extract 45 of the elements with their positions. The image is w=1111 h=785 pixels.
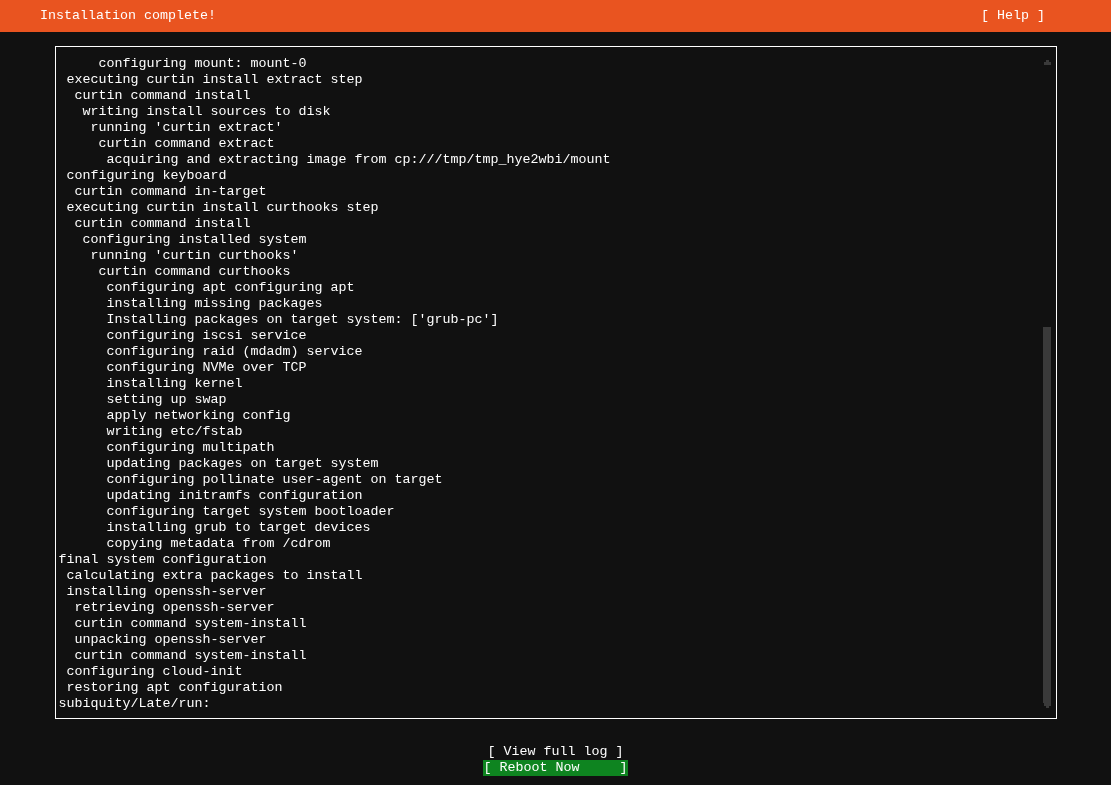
- log-line: installing grub to target devices: [106, 520, 371, 535]
- log-line: configuring target system bootloader: [106, 504, 395, 519]
- log-line: configuring installed system: [82, 232, 307, 247]
- log-line: calculating extra packages to install: [66, 568, 363, 583]
- log-line: installing openssh-server: [66, 584, 267, 599]
- log-line: configuring keyboard: [66, 168, 227, 183]
- log-line: acquiring and extracting image from cp:///tmp/tmp_hye2wbi/mount: [106, 152, 611, 167]
- log-line: running 'curtin extract': [90, 120, 283, 135]
- dialog-button[interactable]: [ Reboot Now ]: [482, 760, 629, 776]
- log-line: curtin command extract: [98, 136, 275, 151]
- log-line: configuring raid (mdadm) service: [106, 344, 363, 359]
- log-line: updating initramfs configuration: [106, 488, 363, 503]
- log-line: curtin command install: [74, 88, 251, 103]
- header-title: Installation complete!: [40, 8, 216, 24]
- dialog-button[interactable]: [ View full log ]: [486, 744, 625, 760]
- log-line: installing kernel: [106, 376, 243, 391]
- log-line: Installing packages on target system: ['grub-pc']: [106, 312, 499, 327]
- log-line: unpacking openssh-server: [74, 632, 267, 647]
- log-line: configuring pollinate user-agent on target: [106, 472, 443, 487]
- log-line: apply networking config: [106, 408, 291, 423]
- log-line: subiquity/Late/run:: [58, 696, 211, 711]
- log-line: copying metadata from /cdrom: [106, 536, 331, 551]
- log-line: setting up swap: [106, 392, 227, 407]
- log-line: curtin command curthooks: [98, 264, 291, 279]
- log-line: retrieving openssh-server: [74, 600, 275, 615]
- log-line: restoring apt configuration: [66, 680, 283, 695]
- log-line: running 'curtin curthooks': [90, 248, 299, 263]
- log-line: configuring multipath: [106, 440, 275, 455]
- log-line: curtin command install: [74, 216, 251, 231]
- log-line: executing curtin install curthooks step: [66, 200, 379, 215]
- log-line: writing install sources to disk: [82, 104, 331, 119]
- log-line: configuring iscsi service: [106, 328, 307, 343]
- log-line: configuring apt configuring apt: [106, 280, 355, 295]
- log-line: configuring mount: mount-0: [98, 56, 307, 71]
- log-line: curtin command system-install: [74, 616, 307, 631]
- log-line: installing missing packages: [106, 296, 323, 311]
- log-line: executing curtin install extract step: [66, 72, 363, 87]
- log-line: curtin command in-target: [74, 184, 267, 199]
- log-line: configuring NVMe over TCP: [106, 360, 307, 375]
- log-line: final system configuration: [58, 552, 267, 567]
- log-line: curtin command system-install: [74, 648, 307, 663]
- help-link[interactable]: [ Help ]: [981, 8, 1045, 24]
- log-line: configuring cloud-init: [66, 664, 243, 679]
- log-line: writing etc/fstab: [106, 424, 243, 439]
- log-line: updating packages on target system: [106, 456, 379, 471]
